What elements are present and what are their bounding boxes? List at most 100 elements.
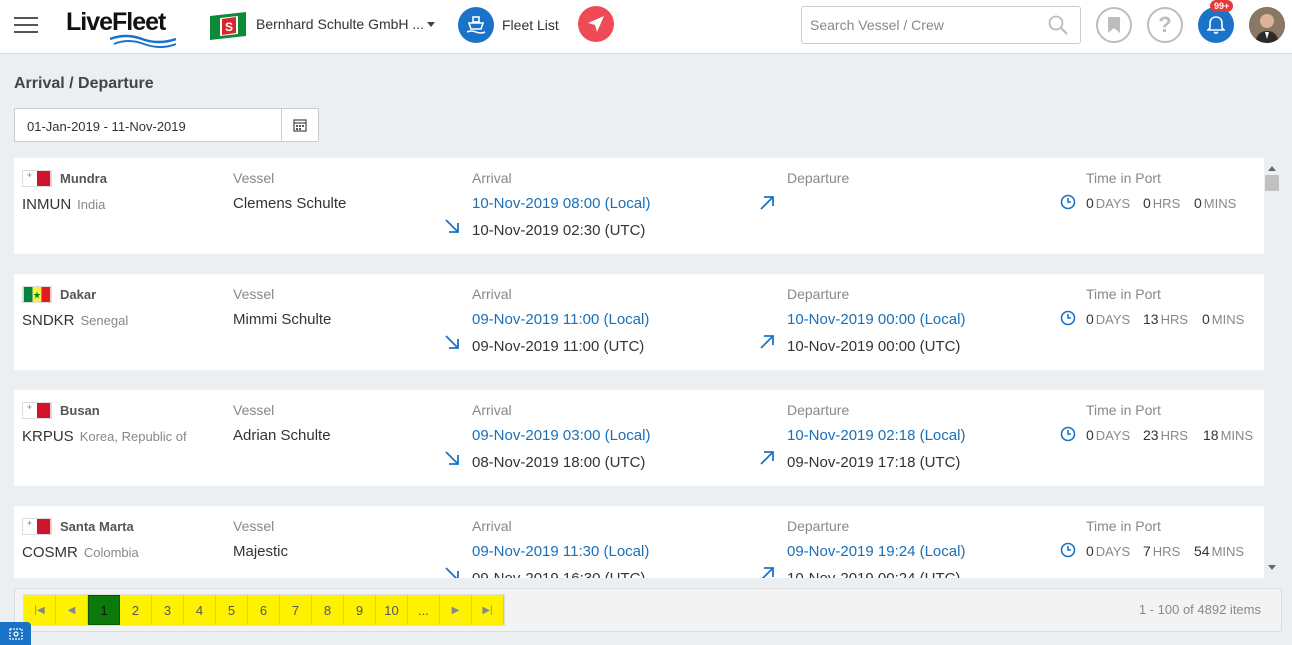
clock-icon: [1060, 310, 1076, 326]
time-in-port-label: Time in Port: [1086, 286, 1161, 302]
departure-label: Departure: [787, 170, 850, 186]
port-country: Senegal: [80, 313, 129, 328]
search-box: [801, 6, 1081, 44]
chevron-down-icon[interactable]: [427, 22, 435, 27]
hamburger-menu-icon[interactable]: [14, 17, 38, 33]
page-button-6[interactable]: 6: [248, 595, 280, 625]
page-button-9[interactable]: 9: [344, 595, 376, 625]
clock-icon: [1060, 426, 1076, 442]
departure-local[interactable]: 09-Nov-2019 19:24 (Local): [787, 543, 965, 560]
arrival-utc: 08-Nov-2019 18:00 (UTC): [472, 454, 646, 471]
list-item[interactable]: Dakar SNDKR Senegal Vessel Mimmi Schulte …: [14, 274, 1264, 370]
page-button-10[interactable]: 10: [376, 595, 408, 625]
port-name: Busan: [60, 403, 100, 418]
prev-page-icon[interactable]: ◀: [56, 595, 88, 625]
fleet-list-label: Fleet List: [502, 17, 559, 33]
time-in-port-mins: 0 MINS: [1202, 311, 1245, 327]
port-country: India: [77, 197, 106, 212]
port-country: Korea, Republic of: [79, 429, 187, 444]
malta-flag-icon: [22, 518, 52, 535]
departure-local[interactable]: 10-Nov-2019 00:00 (Local): [787, 311, 965, 328]
page-title: Arrival / Departure: [14, 75, 154, 92]
arrival-label: Arrival: [472, 518, 512, 534]
time-in-port-mins: 54 MINS: [1194, 543, 1245, 559]
port-code: SNDKR Senegal: [22, 312, 129, 329]
vessel-label: Vessel: [233, 286, 275, 302]
screenshot-icon[interactable]: [0, 622, 31, 645]
page-button-7[interactable]: 7: [280, 595, 312, 625]
pager-info: 1 - 100 of 4892 items: [1138, 602, 1261, 617]
list-item[interactable]: Busan KRPUS Korea, Republic of Vessel Adr…: [14, 390, 1264, 486]
notification-bell-icon[interactable]: [1198, 7, 1234, 43]
search-icon[interactable]: [1048, 15, 1068, 35]
page-button-more[interactable]: ...: [408, 595, 440, 625]
list-item[interactable]: Mundra INMUN India Vessel Clemens Schulte…: [14, 158, 1264, 254]
page-button-4[interactable]: 4: [184, 595, 216, 625]
time-in-port-days: 0 DAYS: [1086, 311, 1131, 327]
vessel-name: Majestic: [233, 543, 289, 560]
arrival-arrow-icon: [445, 219, 459, 233]
company-flag-icon: S: [210, 12, 246, 40]
first-page-icon[interactable]: |◀: [24, 595, 56, 625]
vessel-label: Vessel: [233, 170, 275, 186]
arrival-local[interactable]: 09-Nov-2019 03:00 (Local): [472, 427, 650, 444]
page-button-2[interactable]: 2: [120, 595, 152, 625]
next-page-icon[interactable]: ▶: [440, 595, 472, 625]
arrival-departure-list: Mundra INMUN India Vessel Clemens Schulte…: [14, 158, 1264, 578]
vertical-scrollbar[interactable]: [1264, 158, 1282, 578]
scroll-down-arrow-icon[interactable]: [1268, 565, 1276, 570]
senegal-flag-icon: [22, 286, 52, 303]
departure-arrow-icon: [760, 335, 774, 349]
page-button-3[interactable]: 3: [152, 595, 184, 625]
departure-label: Departure: [787, 286, 850, 302]
departure-local[interactable]: 10-Nov-2019 02:18 (Local): [787, 427, 965, 444]
departure-utc: 09-Nov-2019 17:18 (UTC): [787, 454, 961, 471]
time-in-port-label: Time in Port: [1086, 402, 1161, 418]
arrival-utc: 10-Nov-2019 02:30 (UTC): [472, 222, 646, 239]
time-in-port-mins: 0 MINS: [1194, 195, 1237, 211]
livefleet-logo[interactable]: LiveFleet: [66, 8, 176, 48]
top-bar: LiveFleet S Bernhard Schulte GmbH ... Fl…: [0, 0, 1292, 54]
port-code: COSMR Colombia: [22, 544, 139, 561]
search-input[interactable]: [802, 7, 1038, 43]
arrival-label: Arrival: [472, 402, 512, 418]
pagination-bar: |◀ ◀ 1 2 3 4 5 6 7 8 9 10 ... ▶ ▶| 1 - 1…: [14, 588, 1282, 632]
help-icon[interactable]: ?: [1147, 7, 1183, 43]
vessel-name: Clemens Schulte: [233, 195, 347, 212]
logo-text: LiveFleet: [66, 8, 166, 36]
scroll-up-arrow-icon[interactable]: [1268, 166, 1276, 171]
port-name: Mundra: [60, 171, 107, 186]
vessel-label: Vessel: [233, 518, 275, 534]
pager: |◀ ◀ 1 2 3 4 5 6 7 8 9 10 ... ▶ ▶|: [23, 594, 505, 626]
time-in-port-hrs: 0 HRS: [1143, 195, 1181, 211]
time-in-port-label: Time in Port: [1086, 170, 1161, 186]
arrival-utc: 09-Nov-2019 11:00 (UTC): [472, 338, 645, 355]
clock-icon: [1060, 194, 1076, 210]
navigation-arrow-icon[interactable]: [578, 6, 614, 42]
company-selector-label[interactable]: Bernhard Schulte GmbH ...: [256, 16, 424, 32]
date-range-value: 01-Jan-2019 - 11-Nov-2019: [27, 119, 186, 134]
scroll-thumb[interactable]: [1265, 175, 1279, 191]
arrival-local[interactable]: 10-Nov-2019 08:00 (Local): [472, 195, 650, 212]
page-button-1[interactable]: 1: [88, 595, 120, 625]
arrival-local[interactable]: 09-Nov-2019 11:30 (Local): [472, 543, 649, 560]
departure-utc: 10-Nov-2019 00:00 (UTC): [787, 338, 961, 355]
page-button-8[interactable]: 8: [312, 595, 344, 625]
port-code: INMUN India: [22, 196, 106, 213]
vessel-name: Adrian Schulte: [233, 427, 331, 444]
departure-utc: 10-Nov-2019 00:24 (UTC): [787, 570, 960, 578]
logo-wave-icon: [110, 34, 176, 48]
vessel-name: Mimmi Schulte: [233, 311, 332, 328]
calendar-icon[interactable]: [281, 109, 318, 141]
fleet-list-button[interactable]: Fleet List: [458, 6, 559, 44]
last-page-icon[interactable]: ▶|: [472, 595, 504, 625]
page-button-5[interactable]: 5: [216, 595, 248, 625]
departure-label: Departure: [787, 518, 850, 534]
date-range-picker[interactable]: 01-Jan-2019 - 11-Nov-2019: [14, 108, 319, 142]
user-avatar[interactable]: [1249, 7, 1285, 43]
departure-arrow-icon: [761, 567, 774, 578]
company-flag-letter: S: [225, 20, 233, 34]
arrival-local[interactable]: 09-Nov-2019 11:00 (Local): [472, 311, 649, 328]
list-item[interactable]: Santa Marta COSMR Colombia Vessel Majesti…: [14, 506, 1264, 578]
bookmark-icon[interactable]: [1096, 7, 1132, 43]
